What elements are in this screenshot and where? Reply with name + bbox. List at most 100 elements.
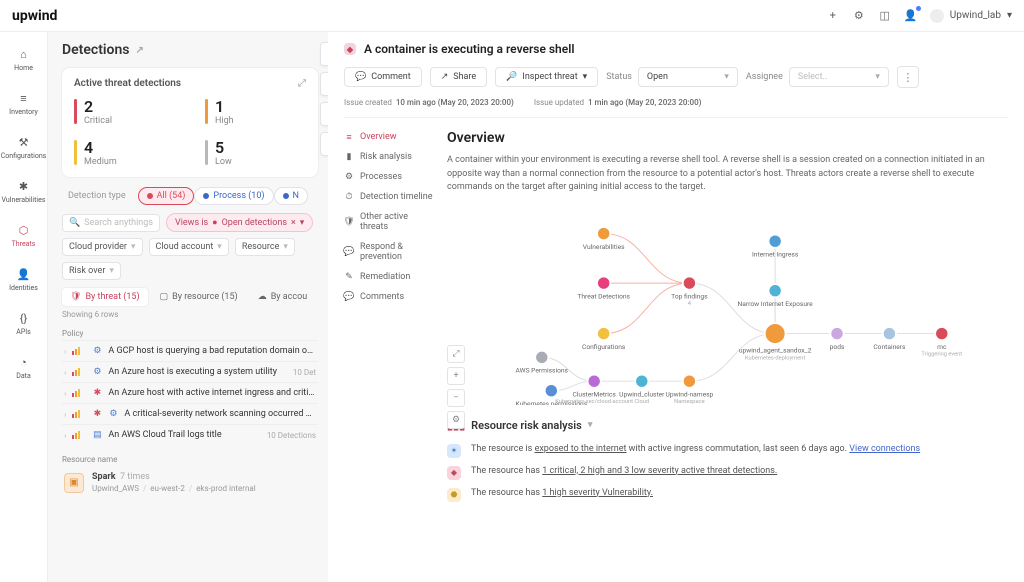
detection-type-label: Detection type <box>62 187 132 205</box>
section-nav-timeline[interactable]: ⏱Detection timeline <box>344 192 437 202</box>
chevron-right-icon: › <box>64 410 66 419</box>
svg-text:Configurations: Configurations <box>582 342 626 350</box>
views-filter[interactable]: Views is ● Open detections × ▾ <box>166 213 313 232</box>
stat-critical[interactable]: 2Critical <box>74 97 175 126</box>
graph-fullscreen-button[interactable]: ⤢ <box>447 345 465 363</box>
workspace-name: Upwind_lab <box>950 10 1001 21</box>
search-input[interactable]: 🔍 Search anythings <box>62 214 160 232</box>
graph-node[interactable]: pods <box>830 326 845 350</box>
graph-node[interactable]: Containers <box>873 326 906 350</box>
svg-text:upwind_agent_sandox_2: upwind_agent_sandox_2 <box>739 346 812 354</box>
section-nav-overview[interactable]: ≡Overview <box>344 132 437 142</box>
remediation-icon: ✎ <box>344 272 354 282</box>
svg-text:Threat Detections: Threat Detections <box>577 292 630 300</box>
group-tab[interactable]: ☁By accou <box>250 288 316 306</box>
svg-text:Containers: Containers <box>873 342 906 350</box>
graph-node[interactable]: Threat Detections <box>577 276 630 300</box>
card-title: Active threat detections <box>74 78 181 89</box>
section-nav-respond[interactable]: 💬Respond & prevention <box>344 242 437 262</box>
external-link-icon[interactable]: ↗ <box>135 45 143 56</box>
risk-icon: ▮ <box>344 152 354 162</box>
svg-text:Vulnerabilities: Vulnerabilities <box>583 242 625 250</box>
workspace-picker[interactable]: Upwind_lab ▾ <box>930 9 1012 23</box>
scroll-down-button[interactable]: ↓ <box>320 132 328 156</box>
issue-title: A container is executing a reverse shell <box>364 42 574 56</box>
threat-row[interactable]: ›✱⚙A critical-severity network scanning … <box>62 403 318 424</box>
collapse-panel-button[interactable]: « <box>320 72 328 96</box>
chevron-right-icon: › <box>64 431 66 440</box>
section-nav-remediation[interactable]: ✎Remediation <box>344 272 437 282</box>
graph-settings-button[interactable]: ⚙ <box>447 411 465 429</box>
section-nav-comments[interactable]: 💬Comments <box>344 292 437 302</box>
section-nav-other[interactable]: 🛡Other active threats <box>344 212 437 232</box>
respond-icon: 💬 <box>344 247 354 257</box>
notification-icon[interactable]: 👤 <box>904 9 918 23</box>
comment-button[interactable]: 💬Comment <box>344 67 422 87</box>
filter-dropdown[interactable]: Resource ▾ <box>235 238 295 256</box>
svg-text:Internet Ingress: Internet Ingress <box>752 250 799 258</box>
threat-row[interactable]: ›⚙An Azure host is executing a system ut… <box>62 361 318 382</box>
gear-icon[interactable]: ⚙ <box>852 9 866 23</box>
nav-item-threats[interactable]: ⬡Threats <box>0 218 47 252</box>
inspect-threat-button[interactable]: 🔎Inspect threat ▾ <box>495 67 598 87</box>
close-icon[interactable]: × <box>291 218 296 228</box>
resource-graph[interactable]: ⤢ + − ⚙ VulnerabilitiesThreat Detections… <box>447 205 1008 405</box>
nav-item-apis[interactable]: {}APIs <box>0 306 47 340</box>
stat-high[interactable]: 1High <box>205 97 306 126</box>
primary-nav: ⌂Home ≡Inventory ⚒Configurations ✱Vulnerabi… <box>0 32 48 582</box>
filter-dropdown[interactable]: Cloud provider ▾ <box>62 238 143 256</box>
stat-medium[interactable]: 4Medium <box>74 138 175 167</box>
nav-item-configurations[interactable]: ⚒Configurations <box>0 130 47 164</box>
assignee-label: Assignee <box>746 72 783 82</box>
section-nav-risk[interactable]: ▮Risk analysis <box>344 152 437 162</box>
nav-item-vulnerabilities[interactable]: ✱Vulnerabilities <box>0 174 47 208</box>
assignee-select[interactable]: Select.. ▾ <box>789 67 889 87</box>
scroll-up-button[interactable]: ↑ <box>320 102 328 126</box>
graph-zoom-out-button[interactable]: − <box>447 389 465 407</box>
issue-updated-value: 1 min ago (May 20, 2023 20:00) <box>588 98 701 107</box>
threat-row[interactable]: ›✱An Azure host with active internet ing… <box>62 382 318 403</box>
issue-created-label: Issue created <box>344 98 392 107</box>
nav-item-inventory[interactable]: ≡Inventory <box>0 86 47 120</box>
status-select[interactable]: Open ▾ <box>638 67 738 87</box>
chevron-down-icon[interactable]: ▾ <box>588 420 593 430</box>
issue-updated-label: Issue updated <box>534 98 584 107</box>
group-tab[interactable]: 🛡By threat (15) <box>62 288 148 306</box>
nav-item-home[interactable]: ⌂Home <box>0 42 47 76</box>
filter-dropdown[interactable]: Risk over ▾ <box>62 262 121 280</box>
more-actions-button[interactable]: ⋮ <box>897 66 919 88</box>
resource-row[interactable]: ▣ Spark 7 times Upwind_AWS / eu-west-2 /… <box>62 468 318 497</box>
threat-row[interactable]: ›⚙A GCP host is querying a bad reputatio… <box>62 340 318 361</box>
filter-dropdown[interactable]: Cloud account ▾ <box>149 238 229 256</box>
stat-low[interactable]: 5Low <box>205 138 306 167</box>
graph-node[interactable]: mcTriggering event <box>921 326 962 357</box>
type-chip[interactable]: Process (10) <box>194 187 273 205</box>
svg-text:AWS Permissions: AWS Permissions <box>516 366 569 374</box>
type-chip[interactable]: All (54) <box>138 187 195 205</box>
graph-zoom-in-button[interactable]: + <box>447 367 465 385</box>
risk-icon: ◆ <box>447 466 461 480</box>
panels-icon[interactable]: ◫ <box>878 9 892 23</box>
graph-node[interactable]: Vulnerabilities <box>583 226 625 250</box>
graph-node[interactable]: upwind_agent_sandox_2Kubernetes-deployme… <box>739 323 812 361</box>
risk-icon: ⬣ <box>447 488 461 502</box>
nav-item-data[interactable]: ◔Data <box>0 350 47 384</box>
graph-node[interactable]: Narrow Internet Exposure <box>738 284 814 308</box>
section-nav-processes[interactable]: ⚙Processes <box>344 172 437 182</box>
nav-item-identities[interactable]: 👤Identities <box>0 262 47 296</box>
share-button[interactable]: ↗Share <box>430 67 487 87</box>
group-tab[interactable]: ▢By resource (15) <box>152 288 246 306</box>
threat-row[interactable]: ›▤An AWS Cloud Trail logs title10 Detect… <box>62 424 318 445</box>
overview-heading: Overview <box>447 130 1008 146</box>
overview-icon: ≡ <box>344 132 354 142</box>
type-chip[interactable]: N <box>274 187 308 205</box>
graph-node[interactable]: Upwind-namespNamespace <box>666 374 714 404</box>
view-connections-link[interactable]: View connections <box>849 444 920 454</box>
plus-icon[interactable]: + <box>826 9 840 23</box>
svg-text:mc: mc <box>937 342 947 350</box>
share-icon: ↗ <box>441 72 449 82</box>
close-panel-button[interactable]: ✕ <box>320 42 328 66</box>
severity-icon <box>72 389 86 397</box>
graph-node[interactable]: Internet Ingress <box>752 234 799 258</box>
expand-icon[interactable]: ⤢ <box>298 78 306 89</box>
